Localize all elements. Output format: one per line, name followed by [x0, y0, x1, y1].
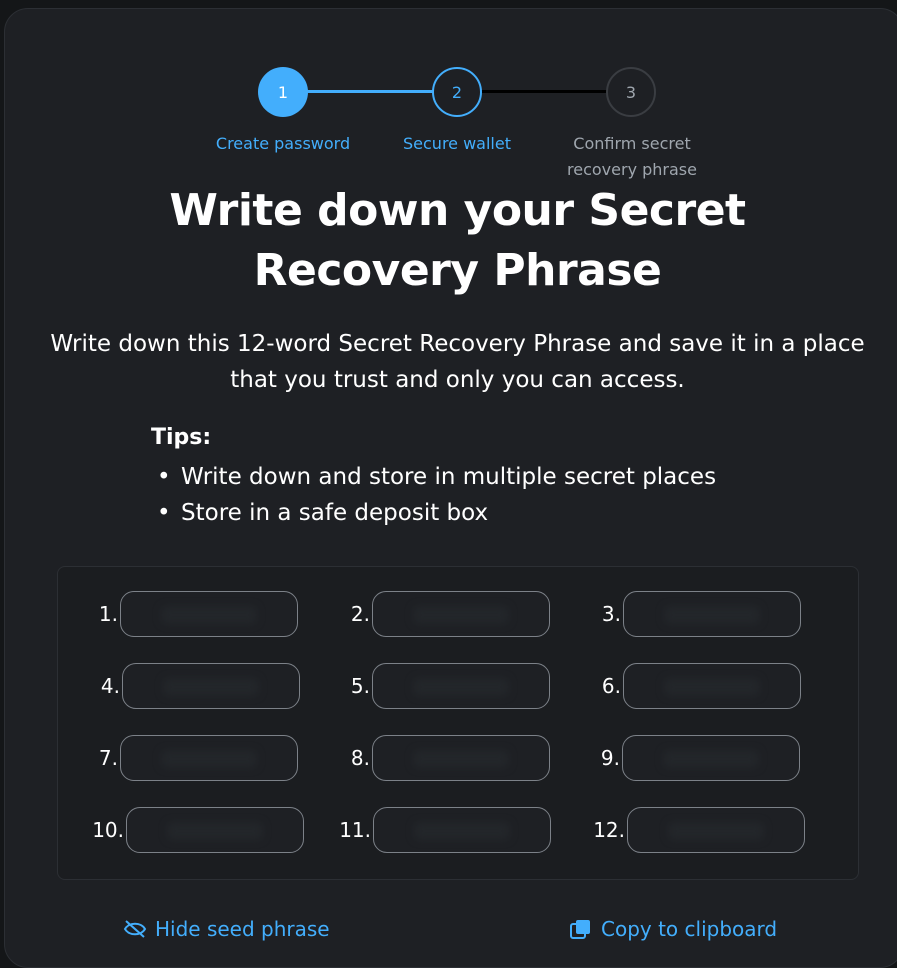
blurred-word	[664, 606, 760, 624]
word-field[interactable]	[122, 663, 300, 709]
phrase-word-3: 3.	[581, 591, 801, 637]
phrase-word-11: 11.	[331, 807, 551, 853]
step-2-indicator: 2	[432, 67, 482, 117]
hide-seed-phrase-button[interactable]: Hide seed phrase	[123, 917, 330, 941]
word-field[interactable]	[622, 735, 800, 781]
blurred-word	[161, 750, 257, 768]
onboarding-card: 1 2 3 Create password Secure wallet Conf…	[4, 8, 897, 968]
copy-icon	[569, 919, 593, 939]
step-2-label: Secure wallet	[403, 134, 511, 153]
word-number: 3.	[601, 602, 621, 626]
copy-to-clipboard-label: Copy to clipboard	[601, 917, 778, 941]
step-1-label: Create password	[215, 134, 351, 153]
word-field[interactable]	[623, 591, 801, 637]
tips-list: • Write down and store in multiple secret…	[151, 459, 716, 531]
blurred-word	[668, 822, 764, 840]
word-number: 6.	[601, 674, 621, 698]
word-number: 1.	[98, 602, 118, 626]
tip-text: Write down and store in multiple secret …	[181, 464, 717, 490]
tip-item: • Store in a safe deposit box	[151, 495, 716, 531]
bullet-icon: •	[157, 464, 171, 490]
blurred-word	[414, 822, 510, 840]
stepper-pending-line	[481, 90, 609, 93]
word-number: 7.	[98, 746, 118, 770]
word-field[interactable]	[372, 591, 550, 637]
word-number: 11.	[339, 818, 371, 842]
word-number: 2.	[350, 602, 370, 626]
stepper-progress-line	[305, 90, 435, 93]
word-field[interactable]	[372, 663, 550, 709]
word-number: 8.	[350, 746, 370, 770]
blurred-word	[413, 678, 509, 696]
word-field[interactable]	[373, 807, 551, 853]
phrase-word-6: 6.	[581, 663, 801, 709]
blurred-word	[413, 606, 509, 624]
phrase-word-7: 7.	[78, 735, 298, 781]
bullet-icon: •	[157, 500, 171, 526]
eye-slash-icon	[123, 919, 147, 939]
phrase-word-1: 1.	[78, 591, 298, 637]
phrase-word-10: 10.	[84, 807, 304, 853]
blurred-word	[663, 750, 759, 768]
phrase-word-9: 9.	[580, 735, 800, 781]
word-field[interactable]	[627, 807, 805, 853]
word-field[interactable]	[120, 735, 298, 781]
word-field[interactable]	[623, 663, 801, 709]
page-title: Write down your Secret Recovery Phrase	[169, 185, 746, 296]
word-field[interactable]	[372, 735, 550, 781]
step-3-label: Confirm secret recovery phrase	[567, 134, 697, 179]
word-number: 5.	[350, 674, 370, 698]
phrase-word-5: 5.	[330, 663, 550, 709]
phrase-word-12: 12.	[585, 807, 805, 853]
hide-seed-phrase-label: Hide seed phrase	[155, 917, 330, 941]
blurred-word	[163, 678, 259, 696]
word-number: 4.	[100, 674, 120, 698]
tip-item: • Write down and store in multiple secret…	[151, 459, 716, 495]
blurred-word	[161, 606, 257, 624]
step-3-indicator: 3	[606, 67, 656, 117]
step-1-indicator: 1	[258, 67, 308, 117]
blurred-word	[413, 750, 509, 768]
recovery-phrase-grid: 1. 2. 3. 4. 5. 6. 7. 8. 9. 10. 11. 12.	[57, 566, 859, 880]
phrase-word-8: 8.	[330, 735, 550, 781]
word-field[interactable]	[120, 591, 298, 637]
page-description: Write down this 12-word Secret Recovery …	[50, 331, 865, 393]
word-number: 10.	[92, 818, 124, 842]
blurred-word	[664, 678, 760, 696]
blurred-word	[167, 822, 263, 840]
phrase-word-2: 2.	[330, 591, 550, 637]
tip-text: Store in a safe deposit box	[181, 500, 489, 526]
phrase-word-4: 4.	[80, 663, 300, 709]
word-number: 9.	[600, 746, 620, 770]
tips-heading: Tips:	[151, 425, 212, 450]
word-field[interactable]	[126, 807, 304, 853]
word-number: 12.	[593, 818, 625, 842]
copy-to-clipboard-button[interactable]: Copy to clipboard	[569, 917, 777, 941]
